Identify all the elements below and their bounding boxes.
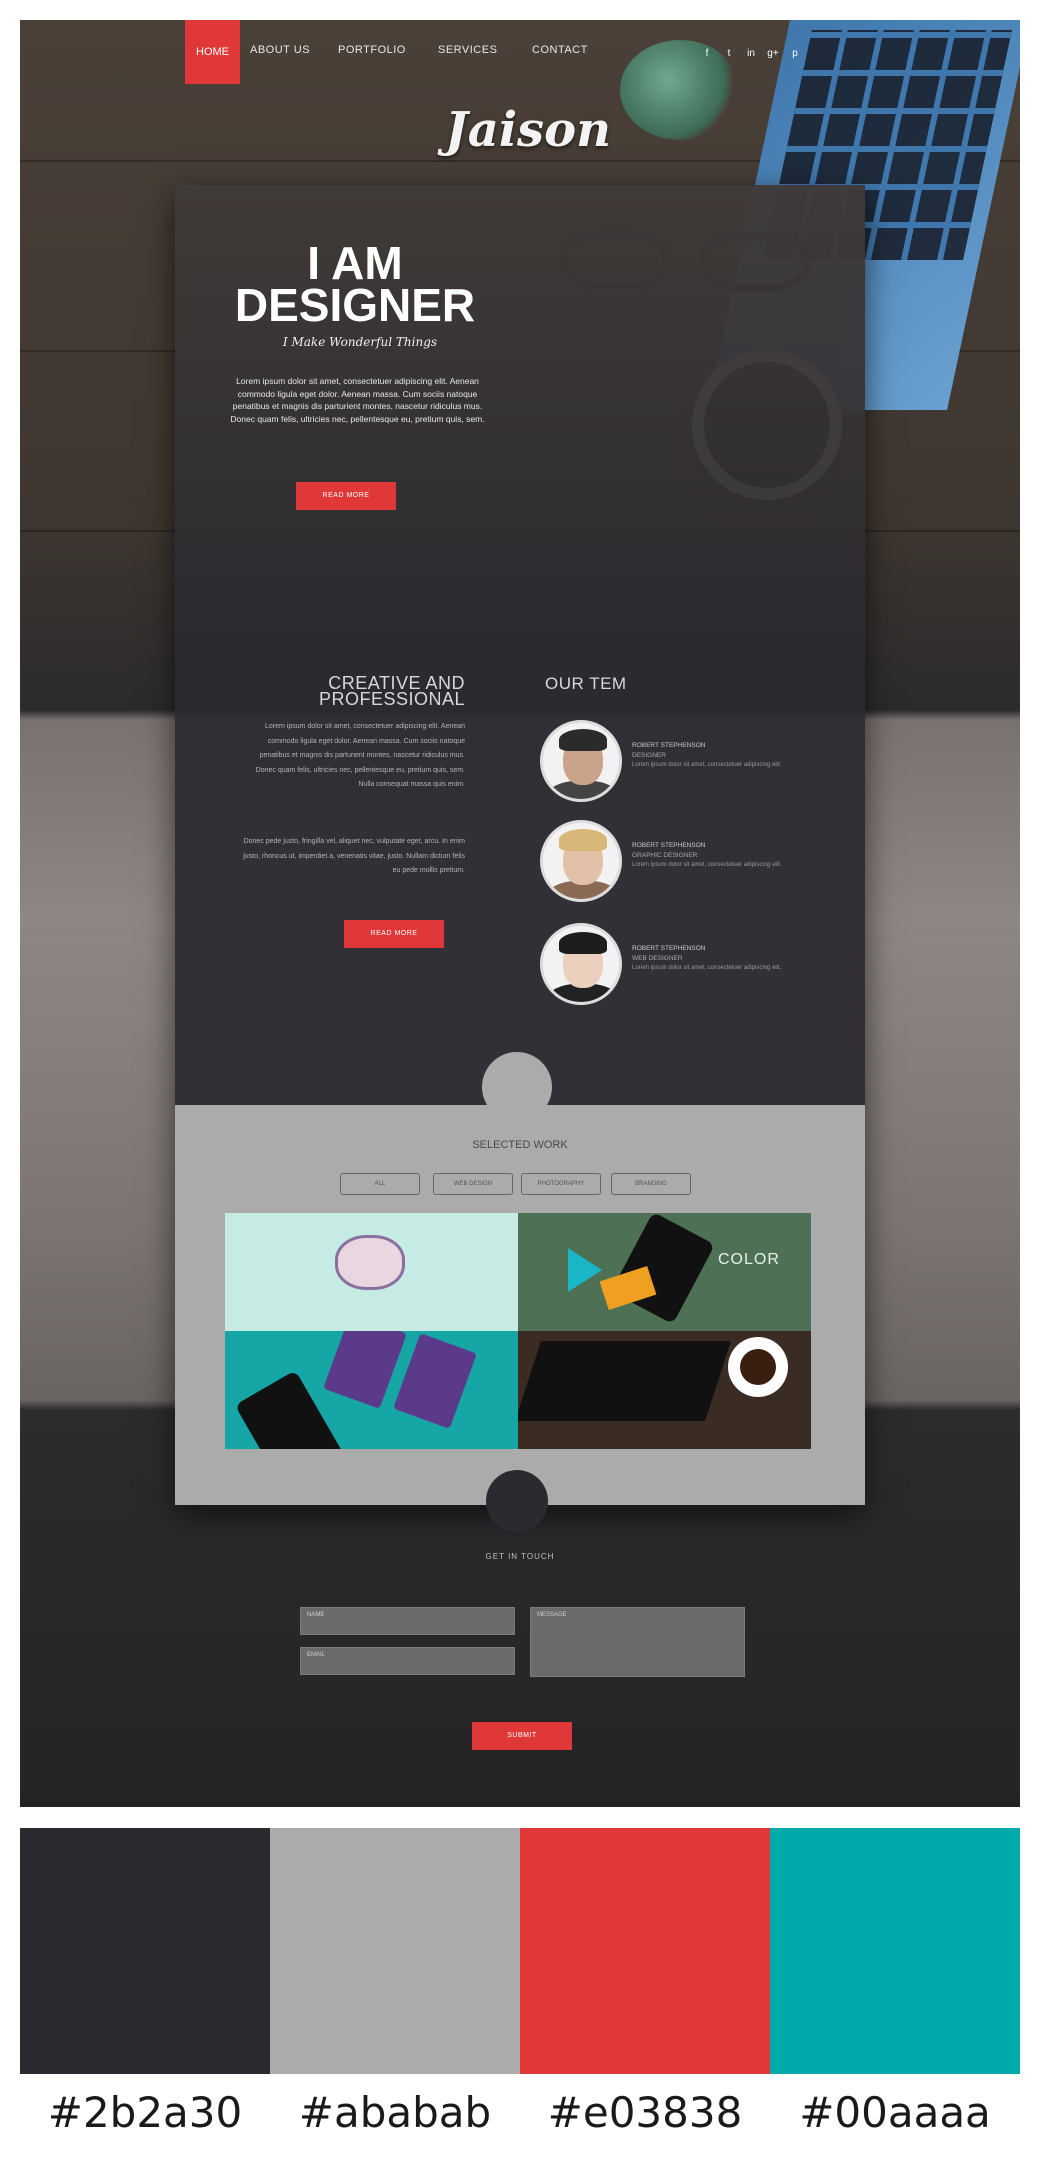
color-palette — [20, 1828, 1020, 2074]
member-desc: Lorem ipsum dolor sit amet, consectetuer… — [632, 762, 782, 768]
social-links: f t in g+ p — [700, 47, 802, 61]
filter-all-button[interactable]: ALL — [340, 1173, 420, 1195]
google-plus-icon[interactable]: g+ — [766, 47, 780, 61]
about-title: CREATIVE AND PROFESSIONAL — [245, 674, 465, 709]
color-hex-label: #e03838 — [547, 2088, 743, 2137]
filter-branding-button[interactable]: BRANDING — [611, 1173, 691, 1195]
hero-title-line2: DESIGNER — [234, 279, 476, 331]
nav-about-us[interactable]: ABOUT US — [250, 44, 310, 56]
team-member: ROBERT STEPHENSON GRAPHIC DESIGNER Lorem… — [540, 820, 850, 902]
nav-home[interactable]: HOME — [185, 20, 240, 84]
color-hex-label: #2b2a30 — [47, 2088, 243, 2137]
member-name: ROBERT STEPHENSON — [632, 945, 706, 952]
hero-title: I AM DESIGNER — [210, 237, 500, 331]
portfolio-tile[interactable] — [225, 1213, 518, 1331]
nav-services[interactable]: SERVICES — [438, 44, 497, 56]
portfolio-tile[interactable]: COLOR — [518, 1213, 811, 1331]
tile-caption: COLOR — [718, 1251, 780, 1268]
facebook-icon[interactable]: f — [700, 47, 714, 61]
card-image — [323, 1331, 407, 1409]
color-hex-label: #00aaaa — [799, 2088, 991, 2137]
team-member: ROBERT STEPHENSON WEB DESIGNER Lorem ips… — [540, 923, 850, 1005]
website-mockup: HOME ABOUT US PORTFOLIO SERVICES CONTACT… — [20, 20, 1020, 1807]
member-role: DESIGNER — [632, 752, 666, 759]
team-member: ROBERT STEPHENSON DESIGNER Lorem ipsum d… — [540, 720, 850, 802]
name-field[interactable]: NAME — [300, 1607, 515, 1635]
member-desc: Lorem ipsum dolor sit amet, consectetuer… — [632, 862, 782, 868]
team-title: OUR TEM — [545, 674, 627, 693]
contact-title: GET IN TOUCH — [485, 1552, 555, 1561]
coffee-image — [728, 1337, 788, 1397]
color-swatch — [520, 1828, 770, 2074]
member-role: GRAPHIC DESIGNER — [632, 852, 698, 859]
color-hex-labels: #2b2a30 #ababab #e03838 #00aaaa — [20, 2088, 1020, 2137]
color-swatch — [770, 1828, 1020, 2074]
logo-artwork-image — [335, 1235, 405, 1290]
play-logo-image — [568, 1248, 602, 1292]
hero-read-more-button[interactable]: READ MORE — [296, 482, 396, 510]
avatar — [540, 720, 622, 802]
hero-subtitle: I Make Wonderful Things — [282, 335, 438, 349]
member-name: ROBERT STEPHENSON — [632, 742, 706, 749]
hero-body: Lorem ipsum dolor sit amet, consectetuer… — [230, 376, 485, 424]
member-role: WEB DESIGNER — [632, 955, 683, 962]
phone-icon[interactable]: p — [788, 47, 802, 61]
about-paragraph-1: Lorem ipsum dolor sit amet, consectetuer… — [255, 723, 465, 788]
linkedin-icon[interactable]: in — [744, 47, 758, 61]
twitter-icon[interactable]: t — [722, 47, 736, 61]
avatar — [540, 923, 622, 1005]
member-desc: Lorem ipsum dolor sit amet, consectetuer… — [632, 965, 782, 971]
hero-title-line1: I AM — [307, 237, 403, 289]
selected-work-section: SELECTED WORK ALL WEB DESIGN PHOTOGRAPHY… — [175, 1105, 865, 1505]
color-swatch — [270, 1828, 520, 2074]
submit-button[interactable]: SUBMIT — [472, 1722, 572, 1750]
member-name: ROBERT STEPHENSON — [632, 842, 706, 849]
email-field[interactable]: EMAIL — [300, 1647, 515, 1675]
portfolio-tile[interactable] — [518, 1331, 811, 1449]
filter-photography-button[interactable]: PHOTOGRAPHY — [521, 1173, 601, 1195]
brand-logo[interactable]: Jaison — [445, 102, 611, 158]
keyboard-image — [518, 1341, 731, 1421]
section-notch — [486, 1470, 548, 1532]
message-field[interactable]: MESSAGE — [530, 1607, 745, 1677]
color-swatch — [20, 1828, 270, 2074]
color-hex-label: #ababab — [298, 2088, 492, 2137]
portfolio-tile[interactable] — [225, 1331, 518, 1449]
work-title: SELECTED WORK — [472, 1139, 568, 1151]
about-read-more-button[interactable]: READ MORE — [344, 920, 444, 948]
avatar — [540, 820, 622, 902]
about-title-line2: PROFESSIONAL — [318, 689, 465, 709]
card-image — [393, 1333, 477, 1429]
nav-contact[interactable]: CONTACT — [532, 44, 588, 56]
top-nav: HOME ABOUT US PORTFOLIO SERVICES CONTACT… — [20, 20, 1020, 84]
filter-web-design-button[interactable]: WEB DESIGN — [433, 1173, 513, 1195]
phone-image — [610, 1213, 716, 1325]
nav-portfolio[interactable]: PORTFOLIO — [338, 44, 406, 56]
about-paragraph-2: Donec pede justo, fringilla vel, aliquet… — [243, 838, 465, 874]
